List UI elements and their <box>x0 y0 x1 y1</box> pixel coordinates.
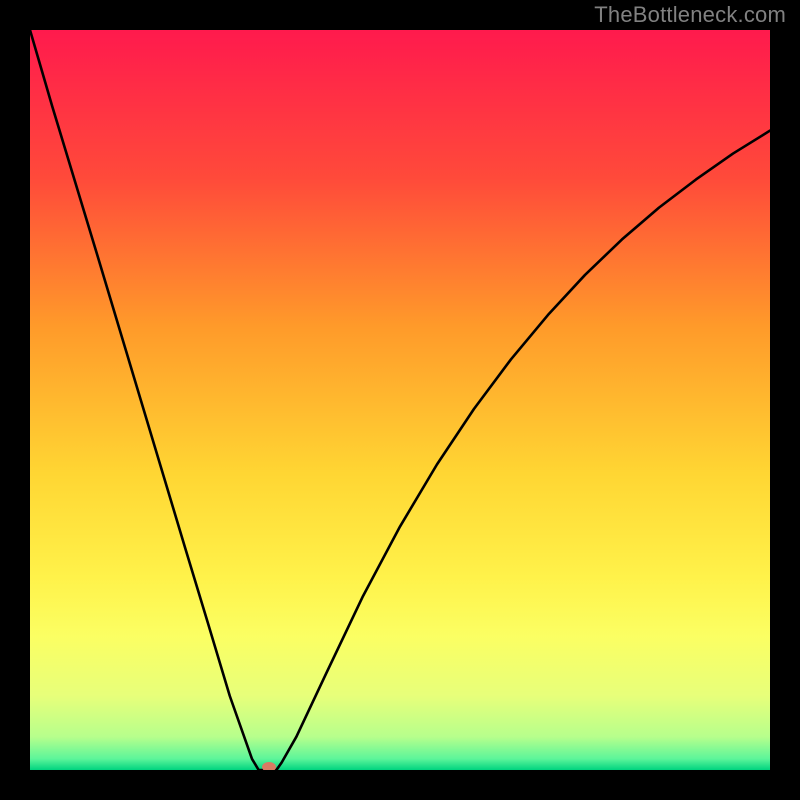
chart-svg <box>30 30 770 770</box>
watermark-text: TheBottleneck.com <box>594 2 786 28</box>
chart-frame: TheBottleneck.com <box>0 0 800 800</box>
chart-plot-area <box>30 30 770 770</box>
